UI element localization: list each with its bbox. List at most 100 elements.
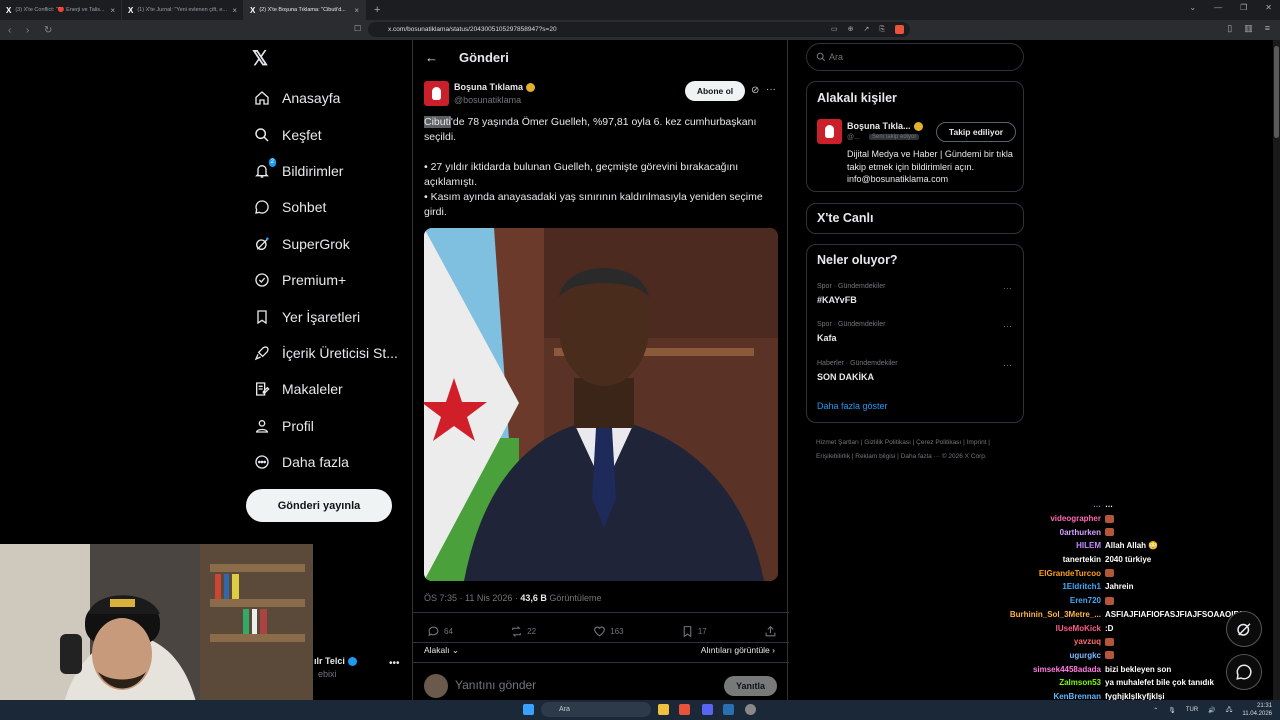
menu-icon[interactable]: ≡: [1265, 23, 1270, 34]
post-timestamp[interactable]: ÖS 7:35 · 11 Nis 2026 ·: [424, 593, 520, 603]
brave-browser-icon[interactable]: [679, 704, 690, 715]
sidebar-toggle-icon[interactable]: ▥: [1244, 23, 1253, 34]
x-live-card[interactable]: X'te Canlı: [806, 203, 1024, 234]
sidebar-item-explore[interactable]: Keşfet: [254, 116, 398, 152]
reply-button[interactable]: Yanıtla: [724, 676, 777, 696]
reply-action[interactable]: 64: [427, 625, 453, 638]
avatar[interactable]: [817, 119, 842, 144]
sidebar-item-supergrok[interactable]: SuperGrok: [254, 226, 398, 262]
sidebar-item-bookmarks[interactable]: Yer İşaretleri: [254, 298, 398, 334]
close-tab-icon[interactable]: ×: [110, 6, 115, 15]
person-name[interactable]: Boşuna Tıkla...: [847, 121, 923, 132]
sidebar-item-home[interactable]: Anasayfa: [254, 80, 398, 116]
scrollbar-thumb[interactable]: [1274, 46, 1279, 138]
trend-more-icon[interactable]: ···: [1003, 321, 1012, 331]
back-nav-icon[interactable]: ‹: [8, 25, 18, 36]
subscribe-button[interactable]: Abone ol: [685, 81, 745, 101]
share-icon[interactable]: ↗: [864, 22, 870, 37]
like-action[interactable]: 163: [593, 625, 624, 638]
author-avatar[interactable]: [424, 81, 449, 106]
search-input[interactable]: Ara: [806, 43, 1024, 71]
author-name[interactable]: Boşuna Tıklama: [454, 82, 536, 93]
clock[interactable]: 21:31 11.04.2026: [1242, 702, 1272, 718]
trend-more-icon[interactable]: ···: [1003, 283, 1012, 293]
obs-icon[interactable]: [745, 704, 756, 715]
sidebar-item-profile[interactable]: Profil: [254, 408, 398, 444]
minimize-icon[interactable]: —: [1214, 3, 1222, 12]
messages-float-button[interactable]: [1226, 654, 1262, 690]
footer-links[interactable]: Hizmet Şartları | Gizlilik Politikası | …: [816, 436, 1016, 463]
cast-icon[interactable]: ▭: [831, 22, 838, 37]
post-more-icon[interactable]: ···: [766, 84, 776, 95]
chat-username[interactable]: videographer: [990, 514, 1105, 523]
windows-start-icon[interactable]: [523, 704, 534, 715]
account-name[interactable]: ılr Telci: [314, 656, 357, 667]
brave-shield-icon[interactable]: [895, 25, 904, 34]
network-icon[interactable]: 🖧: [1226, 705, 1233, 715]
scrollbar[interactable]: [1273, 40, 1280, 705]
taskbar-search[interactable]: Ara: [541, 702, 651, 717]
sidebar-item-notifications[interactable]: 2 Bildirimler: [254, 153, 398, 189]
language-indicator[interactable]: TUR: [1186, 707, 1198, 713]
chat-username[interactable]: Burhinin_Sol_3Metre_...: [990, 610, 1105, 619]
chat-username[interactable]: 1Eldritch1: [990, 582, 1105, 591]
microphone-icon[interactable]: 🎙: [1168, 707, 1176, 714]
browser-tab[interactable]: X (3) X'te Conflict: "🔴 Enerji ve Talis..…: [0, 0, 122, 20]
reload-icon[interactable]: ↻: [44, 25, 54, 36]
chat-username[interactable]: tanertekin: [990, 555, 1105, 564]
file-explorer-icon[interactable]: [658, 704, 669, 715]
sidebar-item-chat[interactable]: Sohbet: [254, 189, 398, 225]
chat-username[interactable]: IUseMoKick: [990, 624, 1105, 633]
sidebar-item-premium[interactable]: Premium+: [254, 262, 398, 298]
close-tab-icon[interactable]: ×: [232, 6, 237, 15]
extensions-icon[interactable]: ▯: [1227, 23, 1232, 34]
close-tab-icon[interactable]: ×: [354, 6, 359, 15]
author-handle[interactable]: @bosunatiklama: [454, 95, 521, 105]
trend-more-icon[interactable]: ···: [1003, 360, 1012, 370]
bookmark-page-icon[interactable]: ☐: [354, 24, 361, 33]
discord-icon[interactable]: [702, 704, 713, 715]
grok-explain-icon[interactable]: ⊘: [751, 85, 759, 96]
reply-input[interactable]: Yanıtını gönder: [455, 678, 536, 692]
chat-username[interactable]: Zalmson53: [990, 678, 1105, 687]
following-button[interactable]: Takip ediliyor: [936, 122, 1016, 142]
url-field[interactable]: x.com/bosunatiklama/status/2043005105297…: [368, 22, 910, 37]
zoom-icon[interactable]: ⊕: [848, 22, 854, 37]
show-more-link[interactable]: Daha fazla göster: [817, 401, 888, 411]
trend-item[interactable]: #KAYvFB: [817, 295, 857, 305]
sidebar-item-creator-studio[interactable]: İçerik Üreticisi St...: [254, 335, 398, 371]
account-more-icon[interactable]: •••: [389, 658, 400, 669]
chat-username[interactable]: simsek4458adada: [990, 665, 1105, 674]
x-logo-icon[interactable]: 𝕏: [252, 46, 268, 71]
chat-username[interactable]: ElGrandeTurcoo: [990, 569, 1105, 578]
volume-icon[interactable]: 🔊: [1208, 707, 1215, 714]
chat-username[interactable]: HILEM: [990, 541, 1105, 550]
restore-icon[interactable]: ❐: [1240, 3, 1247, 12]
chat-username[interactable]: 0arthurken: [990, 528, 1105, 537]
bookmark-action[interactable]: 17: [681, 625, 707, 638]
post-button[interactable]: Gönderi yayınla: [246, 489, 392, 522]
repost-action[interactable]: 22: [510, 625, 536, 638]
close-window-icon[interactable]: ✕: [1265, 3, 1272, 12]
trend-item[interactable]: SON DAKİKA: [817, 372, 874, 382]
tray-chevron-icon[interactable]: ⌃: [1153, 707, 1158, 714]
browser-tab[interactable]: X (1) X'te Jurnal: "Yeni evlenen çift, e.…: [122, 0, 244, 20]
share-action[interactable]: [764, 625, 777, 638]
translate-icon[interactable]: ⎘: [879, 22, 885, 37]
new-tab-icon[interactable]: +: [366, 4, 388, 16]
steam-icon[interactable]: [723, 704, 734, 715]
tab-search-icon[interactable]: ⌄: [1189, 3, 1196, 12]
related-dropdown[interactable]: Alakalı ⌄: [424, 645, 459, 656]
forward-nav-icon[interactable]: ›: [26, 25, 36, 36]
post-image[interactable]: [424, 228, 778, 581]
grok-float-button[interactable]: [1226, 611, 1262, 647]
view-quotes-link[interactable]: Alıntıları görüntüle ›: [701, 645, 775, 655]
chat-username[interactable]: yavzuq: [990, 637, 1105, 646]
sidebar-item-more[interactable]: Daha fazla: [254, 444, 398, 480]
chat-username[interactable]: Eren720: [990, 596, 1105, 605]
browser-tab-active[interactable]: X (2) X'te Boşuna Tıklama: "Cibuti'd... ×: [244, 0, 366, 20]
chat-username[interactable]: ugurgkc: [990, 651, 1105, 660]
sidebar-item-articles[interactable]: Makaleler: [254, 371, 398, 407]
chat-username[interactable]: …: [990, 500, 1105, 509]
back-arrow-icon[interactable]: ←: [425, 50, 438, 65]
